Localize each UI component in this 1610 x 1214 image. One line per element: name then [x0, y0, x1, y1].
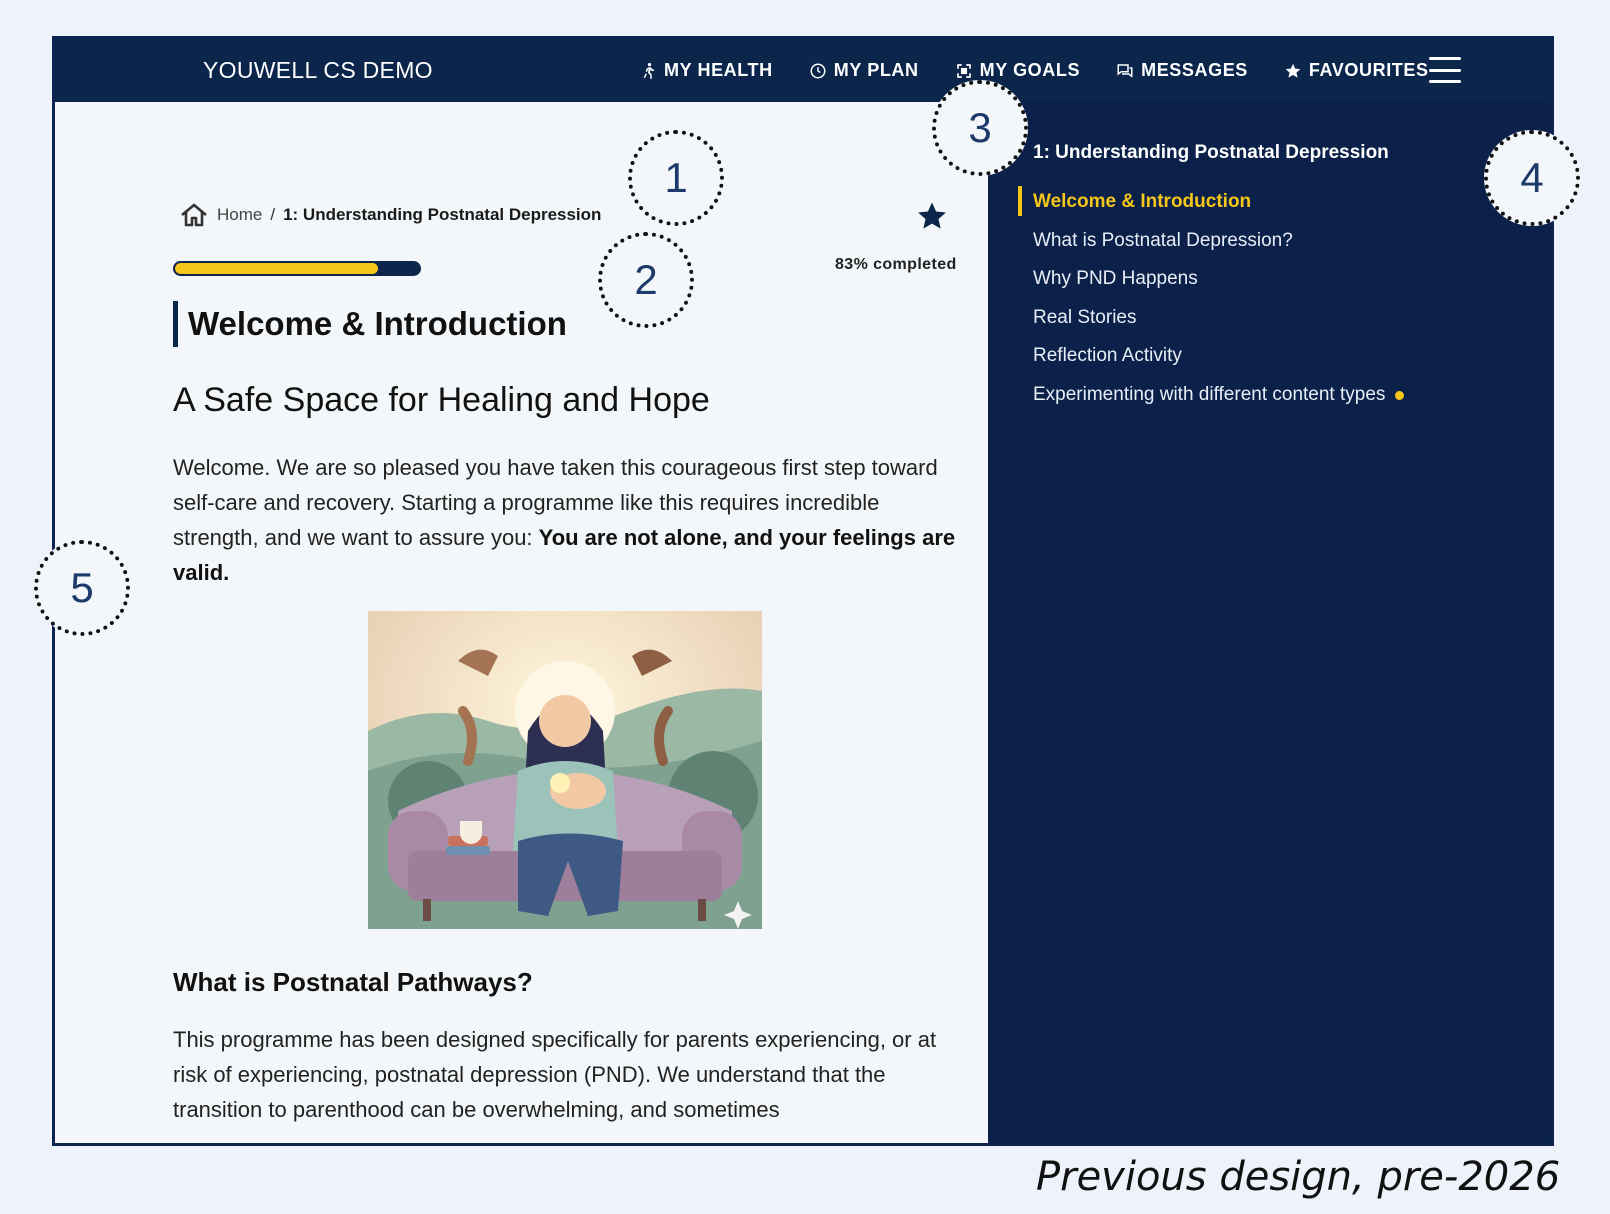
- page-subtitle: A Safe Space for Healing and Hope: [173, 381, 710, 419]
- goals-icon: [956, 63, 971, 78]
- unread-dot-icon: [1395, 390, 1405, 400]
- nav-label: MY PLAN: [833, 60, 919, 80]
- module-sidebar: 1: Understanding Postnatal Depression We…: [988, 102, 1551, 1143]
- sidebar-item-welcome[interactable]: Welcome & Introduction: [1018, 186, 1404, 229]
- nav-label: MESSAGES: [1141, 60, 1248, 80]
- nav-favourites[interactable]: FAVOURITES: [1284, 60, 1429, 81]
- nav-messages[interactable]: MESSAGES: [1116, 60, 1248, 81]
- home-icon[interactable]: [179, 202, 209, 228]
- breadcrumb-home-link[interactable]: Home: [217, 205, 262, 225]
- sidebar-item-reflection[interactable]: Reflection Activity: [1018, 344, 1404, 383]
- progress-label: 83% completed: [835, 256, 957, 273]
- sidebar-item-real-stories[interactable]: Real Stories: [1018, 306, 1404, 345]
- sidebar-item-content-types[interactable]: Experimenting with different content typ…: [1018, 383, 1405, 422]
- nav-my-health[interactable]: MY HEALTH: [639, 60, 773, 81]
- breadcrumb-separator: /: [270, 205, 276, 224]
- callout-1: 1: [628, 130, 724, 226]
- nav-my-goals[interactable]: MY GOALS: [955, 60, 1080, 81]
- nav-items: MY HEALTH MY PLAN MY GOALS MESSAGES FAVO…: [639, 39, 1465, 102]
- nav-label: MY HEALTH: [664, 60, 773, 80]
- walking-person-icon: [643, 62, 654, 79]
- caption: Previous design, pre-2026: [1036, 1154, 1561, 1200]
- illustration-mother-baby: [368, 611, 762, 929]
- nav-label: FAVOURITES: [1308, 60, 1429, 80]
- hamburger-menu-icon[interactable]: [1429, 57, 1461, 83]
- nav-my-plan[interactable]: MY PLAN: [809, 60, 919, 81]
- callout-3: 3: [932, 80, 1028, 176]
- intro-paragraph: Welcome. We are so pleased you have take…: [173, 450, 963, 590]
- main-content: Home / 1: Understanding Postnatal Depres…: [55, 102, 1018, 1143]
- callout-4: 4: [1484, 130, 1580, 226]
- sidebar-item-what-is-pnd[interactable]: What is Postnatal Depression?: [1018, 229, 1404, 268]
- star-icon: [1285, 63, 1301, 78]
- breadcrumb: Home / 1: Understanding Postnatal Depres…: [179, 202, 601, 228]
- top-navigation: YOUWELL CS DEMO MY HEALTH MY PLAN MY GOA…: [55, 39, 1551, 102]
- progress-fill: [175, 263, 378, 274]
- breadcrumb-current: 1: Understanding Postnatal Depression: [283, 205, 602, 224]
- callout-2: 2: [598, 232, 694, 328]
- sidebar-list: Welcome & Introduction What is Postnatal…: [1018, 186, 1405, 422]
- progress-bar: [173, 261, 421, 276]
- callout-5: 5: [34, 540, 130, 636]
- app-window: YOUWELL CS DEMO MY HEALTH MY PLAN MY GOA…: [52, 36, 1554, 1146]
- chat-icon: [1117, 63, 1133, 78]
- programme-paragraph: This programme has been designed specifi…: [173, 1027, 937, 1122]
- clock-icon: [810, 63, 826, 78]
- favourite-star-icon[interactable]: [915, 199, 949, 233]
- sidebar-module-title[interactable]: 1: Understanding Postnatal Depression: [1033, 142, 1389, 164]
- illustration-graphic: [368, 611, 762, 929]
- section-heading: What is Postnatal Pathways?: [173, 967, 533, 997]
- sidebar-item-why-pnd[interactable]: Why PND Happens: [1018, 267, 1404, 306]
- page-title: Welcome & Introduction: [173, 301, 567, 347]
- brand-title[interactable]: YOUWELL CS DEMO: [203, 39, 433, 102]
- nav-label: MY GOALS: [979, 60, 1081, 80]
